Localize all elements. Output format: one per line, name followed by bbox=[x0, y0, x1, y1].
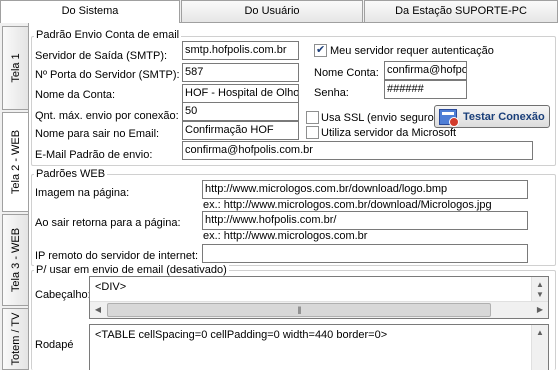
test-connection-label: Testar Conexão bbox=[463, 111, 545, 123]
sender-name-label: Nome para sair no Email: bbox=[35, 128, 160, 140]
tab-tela-1-label: Tela 1 bbox=[9, 53, 22, 83]
return-page-input[interactable]: http://www.hofpolis.com.br/ bbox=[202, 211, 528, 230]
network-test-icon bbox=[439, 109, 459, 127]
image-url-input[interactable]: http://www.micrologos.com.br/download/lo… bbox=[202, 180, 528, 199]
ssl-checkbox[interactable] bbox=[306, 111, 319, 124]
test-connection-button[interactable]: Testar Conexão bbox=[434, 105, 550, 128]
account-name-label: Nome da Conta: bbox=[35, 89, 116, 101]
header-text: <DIV> bbox=[95, 281, 127, 293]
email-group-title: Padrão Envio Conta de email bbox=[34, 29, 182, 42]
scroll-up-icon[interactable]: ▲ bbox=[532, 325, 548, 341]
tab-do-sistema[interactable]: Do Sistema bbox=[0, 0, 180, 23]
microsoft-checkbox[interactable] bbox=[306, 126, 319, 139]
tab-tela-3-label: Tela 3 - WEB bbox=[9, 227, 22, 293]
sender-name-input[interactable]: Confirmação HOF bbox=[182, 121, 299, 140]
tab-tela-1[interactable]: Tela 1 bbox=[2, 26, 28, 110]
settings-panel: Padrão Envio Conta de email Servidor de … bbox=[28, 23, 558, 370]
tab-totem-label: Totem / TV bbox=[9, 312, 22, 366]
smtp-port-label: Nº Porta do Servidor (SMTP): bbox=[35, 69, 180, 81]
tab-tela-3-web[interactable]: Tela 3 - WEB bbox=[2, 214, 28, 306]
top-tab-bar: Do Sistema Do Usuário Da Estação SUPORTE… bbox=[0, 0, 558, 23]
web-group-title: Padrões WEB bbox=[34, 168, 108, 181]
header-vertical-scrollbar[interactable]: ▲ ▼ bbox=[531, 277, 548, 303]
return-example-text: ex.: http://www.micrologos.com.br bbox=[203, 230, 368, 242]
header-scroll-thumb[interactable]: ||| bbox=[107, 303, 491, 317]
password-input[interactable]: ###### bbox=[384, 80, 467, 99]
default-email-input[interactable]: confirma@hofpolis.com.br bbox=[182, 141, 533, 160]
max-send-label: Qnt. máx. envio por conexão: bbox=[35, 110, 179, 122]
account-label: Nome Conta: bbox=[314, 67, 379, 79]
footer-textarea[interactable]: <TABLE cellSpacing=0 cellPadding=0 width… bbox=[89, 324, 549, 370]
image-label: Imagem na página: bbox=[35, 187, 130, 199]
scroll-right-icon[interactable]: ▶ bbox=[532, 302, 548, 318]
tab-tela-2-label: Tela 2 - WEB bbox=[9, 129, 22, 195]
smtp-port-input[interactable]: 587 bbox=[182, 63, 299, 82]
auth-label: Meu servidor requer autenticação bbox=[330, 45, 494, 57]
auth-checkbox[interactable] bbox=[314, 43, 327, 57]
footer-vertical-scrollbar[interactable]: ▲ bbox=[531, 325, 548, 370]
footer-label: Rodapé bbox=[35, 339, 74, 351]
tab-do-usuario[interactable]: Do Usuário bbox=[181, 0, 363, 22]
password-label: Senha: bbox=[314, 87, 349, 99]
tab-tela-2-web[interactable]: Tela 2 - WEB bbox=[2, 112, 28, 212]
smtp-server-input[interactable]: smtp.hofpolis.com.br bbox=[182, 41, 299, 60]
ssl-label: Usa SSL (envio seguro) bbox=[321, 112, 438, 124]
default-email-label: E-Mail Padrão de envio: bbox=[35, 149, 153, 161]
remote-ip-input[interactable] bbox=[202, 244, 528, 263]
account-name-input[interactable]: HOF - Hospital de Olhos bbox=[182, 84, 299, 103]
tab-da-estacao[interactable]: Da Estação SUPORTE-PC bbox=[364, 0, 558, 22]
header-horizontal-scrollbar[interactable]: ◀ ||| ▶ bbox=[90, 301, 548, 318]
max-send-input[interactable]: 50 bbox=[182, 102, 299, 121]
account-input[interactable]: confirma@hofpo bbox=[384, 61, 467, 80]
header-label: Cabeçalho: bbox=[35, 289, 91, 301]
footer-text: <TABLE cellSpacing=0 cellPadding=0 width… bbox=[95, 329, 388, 341]
return-page-label: Ao sair retorna para a página: bbox=[35, 217, 181, 229]
remote-ip-label: IP remoto do servidor de internet: bbox=[35, 250, 199, 262]
microsoft-label: Utiliza servidor da Microsoft bbox=[321, 127, 457, 139]
image-example-text: ex.: http://www.micrologos.com.br/downlo… bbox=[203, 199, 492, 211]
side-tab-bar: Tela 1 Tela 2 - WEB Tela 3 - WEB Totem /… bbox=[0, 24, 28, 370]
scroll-left-icon[interactable]: ◀ bbox=[90, 302, 106, 318]
smtp-server-label: Servidor de Saída (SMTP): bbox=[35, 50, 168, 62]
header-textarea[interactable]: <DIV> ▲ ▼ ◀ ||| ▶ bbox=[89, 276, 549, 319]
tab-totem-tv[interactable]: Totem / TV bbox=[2, 308, 28, 370]
